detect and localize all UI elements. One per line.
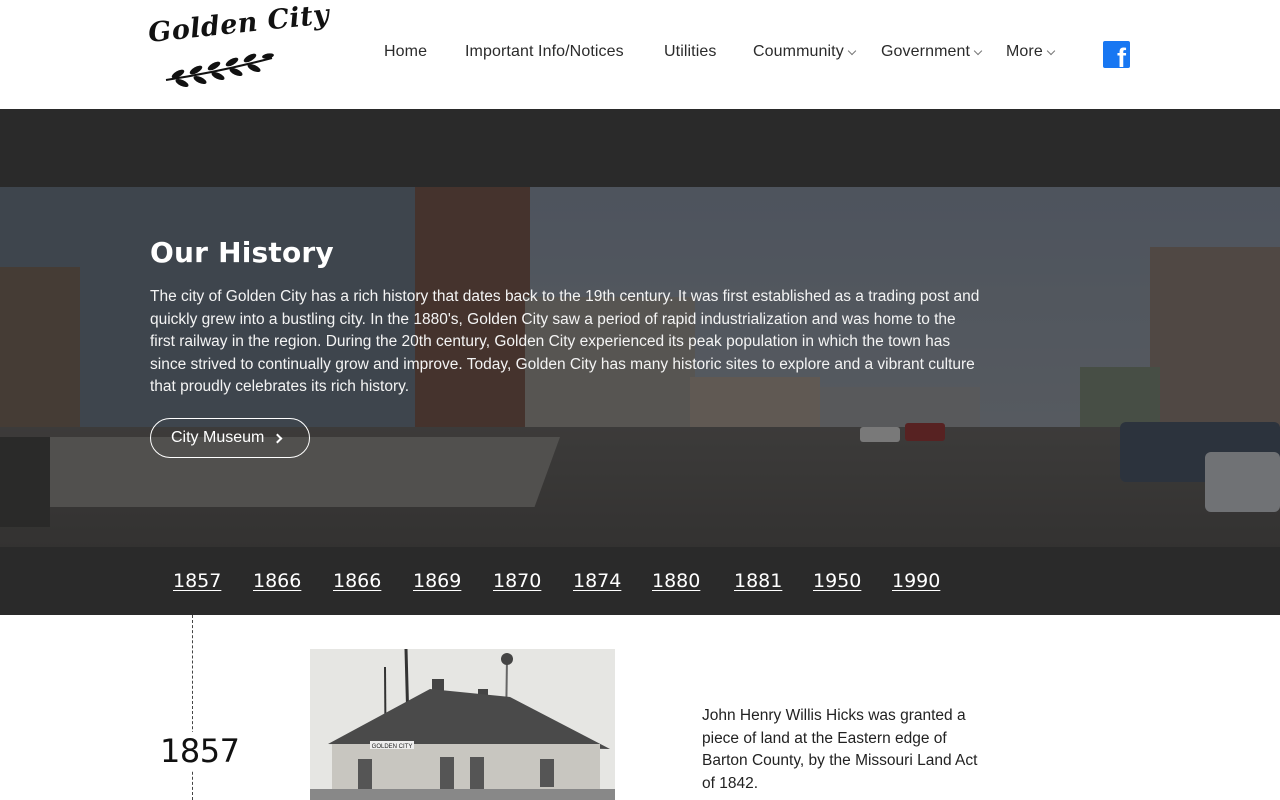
site-header: Golden City Home Important Info/Notices … [0, 0, 1280, 109]
nav-community-label: Coummunity [753, 43, 844, 60]
nav-home-label: Home [384, 43, 428, 60]
year-link[interactable]: 1866 [253, 570, 301, 592]
nav-utilities-label: Utilities [664, 43, 717, 60]
nav-home[interactable]: Home [384, 43, 427, 61]
nav-government[interactable]: Government [881, 43, 983, 61]
header-dark-strip [0, 109, 1280, 187]
chevron-right-icon [272, 433, 283, 443]
chevron-down-icon [847, 46, 857, 56]
timeline-line [192, 615, 193, 800]
history-intro-text: The city of Golden City has a rich histo… [150, 288, 980, 395]
year-link[interactable]: 1870 [493, 570, 541, 592]
chevron-down-icon [973, 46, 983, 56]
nav-important-info-label: Important Info/Notices [465, 43, 624, 60]
timeline-entry-text: John Henry Willis Hicks was granted a pi… [702, 707, 978, 792]
year-link[interactable]: 1950 [813, 570, 861, 592]
nav-more-label: More [1006, 43, 1043, 60]
nav-government-label: Government [881, 43, 971, 60]
depot-sign: GOLDEN CITY [372, 744, 413, 750]
year-link[interactable]: 1881 [734, 570, 782, 592]
year-link[interactable]: 1874 [573, 570, 621, 592]
year-link[interactable]: 1866 [333, 570, 381, 592]
timeline-year: 1857 [160, 732, 240, 770]
nav-important-info[interactable]: Important Info/Notices [465, 43, 624, 61]
year-nav: 1857 1866 1866 1869 1870 1874 1880 1881 … [0, 547, 1280, 615]
nav-utilities[interactable]: Utilities [664, 43, 716, 61]
year-link[interactable]: 1869 [413, 570, 461, 592]
logo-text: Golden City [146, 0, 331, 50]
year-link[interactable]: 1990 [892, 570, 940, 592]
golden-city-logo[interactable]: Golden City [147, 0, 331, 94]
facebook-icon[interactable]: f [1103, 41, 1130, 68]
city-museum-label: City Museum [171, 429, 265, 446]
chevron-down-icon [1046, 46, 1056, 56]
train-depot-photo: GOLDEN CITY [310, 649, 615, 800]
year-link[interactable]: 1857 [173, 570, 221, 592]
city-museum-button[interactable]: City Museum [150, 418, 310, 458]
year-link[interactable]: 1880 [652, 570, 700, 592]
nav-more[interactable]: More [1006, 43, 1056, 61]
page-title: Our History [150, 236, 334, 269]
wheat-icon [165, 53, 274, 88]
facebook-glyph: f [1117, 43, 1126, 69]
nav-community[interactable]: Coummunity [753, 43, 857, 61]
